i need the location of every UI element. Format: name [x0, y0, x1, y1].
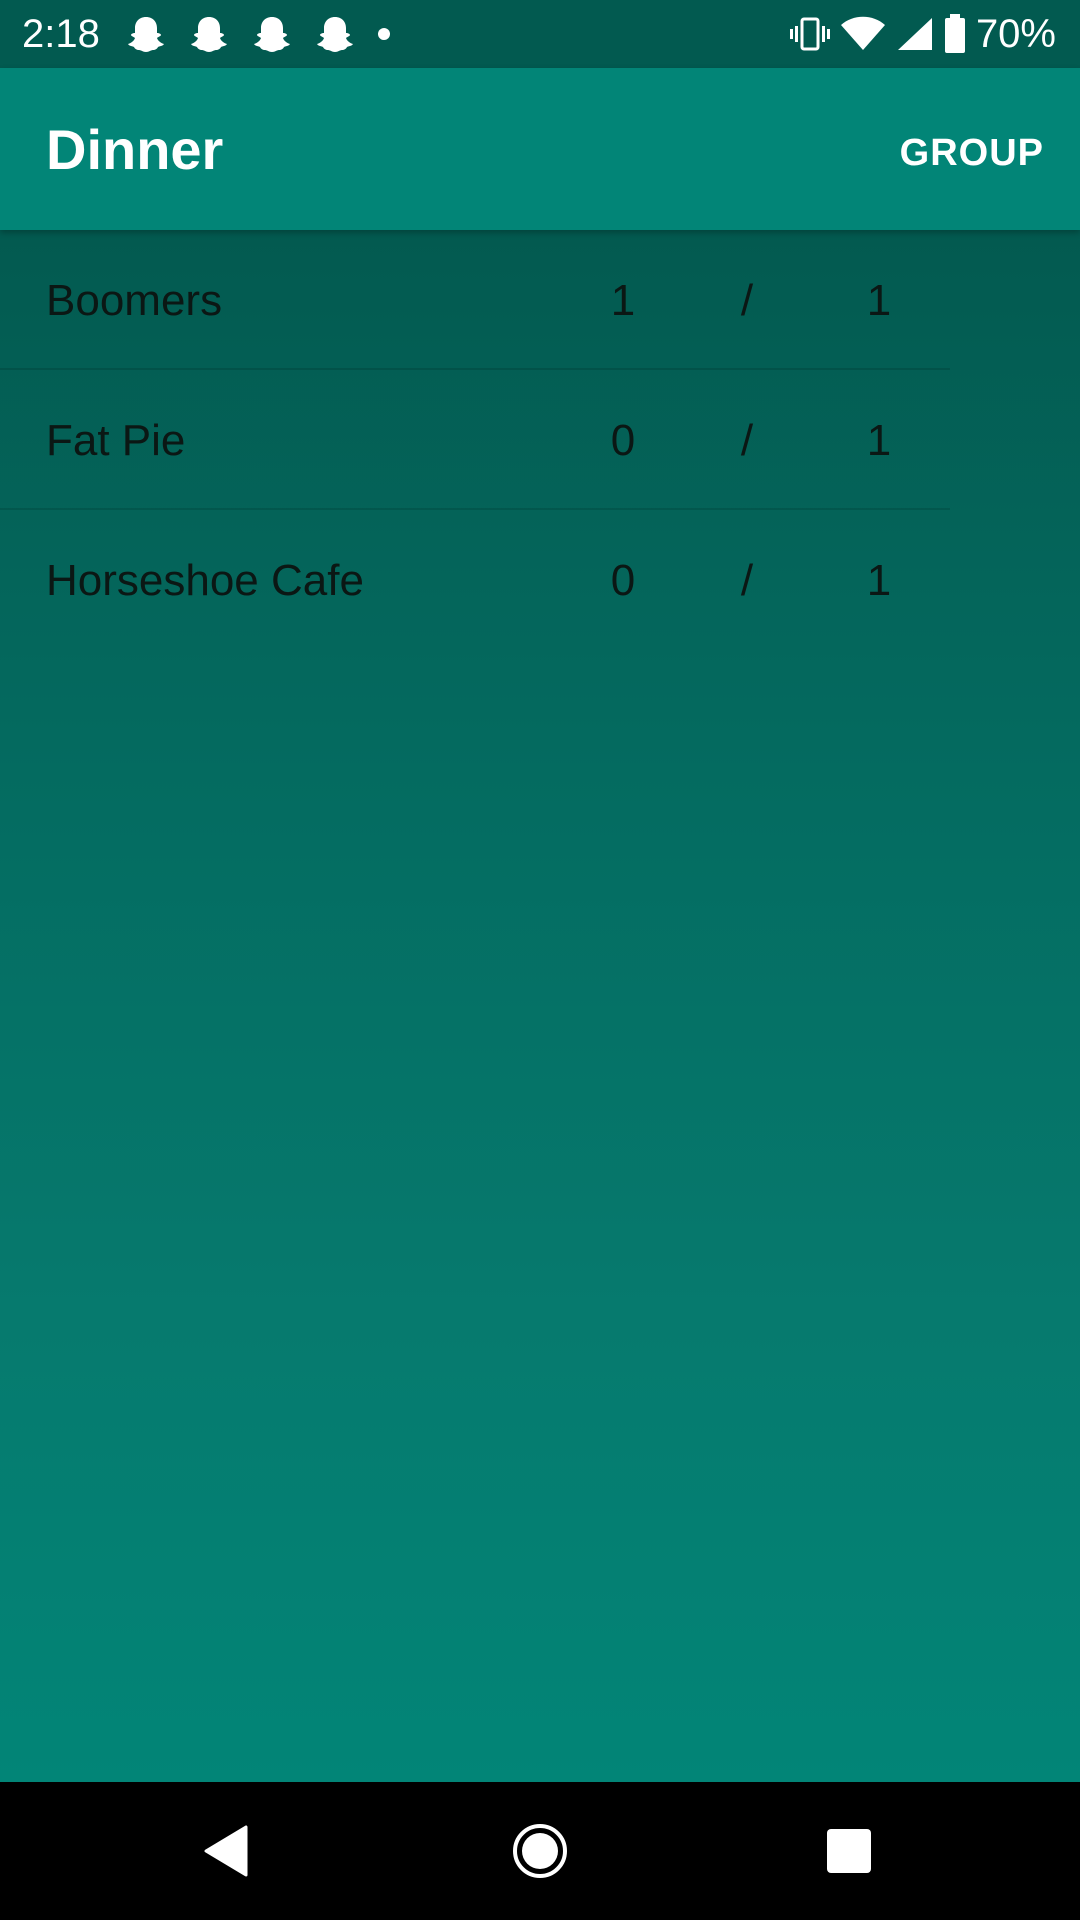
system-nav-bar	[0, 1782, 1080, 1920]
back-icon	[204, 1825, 248, 1877]
restaurant-name: Fat Pie	[46, 416, 186, 465]
app-bar: Dinner GROUP	[0, 68, 1080, 230]
vote-count: 0	[610, 416, 636, 465]
list-item[interactable]: Horseshoe Cafe 0 / 1	[0, 510, 1080, 650]
count-separator: /	[740, 556, 754, 605]
snapchat-icon	[128, 17, 164, 52]
vibrate-icon	[789, 17, 830, 51]
count-separator: /	[740, 416, 754, 465]
list-item[interactable]: Boomers 1 / 1	[0, 230, 1080, 370]
battery-percent: 70%	[975, 12, 1056, 56]
screen: 2:18 70% Dinner GROUP Boomers 1 / 1 Fat …	[0, 0, 1080, 1920]
more-notifications-dot-icon	[378, 28, 390, 40]
back-button[interactable]	[156, 1782, 296, 1920]
status-time: 2:18	[22, 12, 100, 56]
restaurant-name: Boomers	[46, 276, 223, 325]
status-bar: 2:18 70%	[0, 0, 1080, 68]
battery-icon	[944, 14, 965, 53]
wifi-icon	[840, 16, 885, 50]
count-separator: /	[740, 276, 754, 325]
list-item[interactable]: Fat Pie 0 / 1	[0, 370, 1080, 510]
vote-total: 1	[866, 556, 892, 605]
restaurant-name: Horseshoe Cafe	[46, 556, 364, 605]
recents-button[interactable]	[779, 1782, 919, 1920]
recents-icon	[827, 1829, 871, 1873]
home-icon	[513, 1824, 567, 1878]
vote-total: 1	[866, 416, 892, 465]
snapchat-icon	[254, 17, 290, 52]
snapchat-icon	[317, 17, 353, 52]
page-title: Dinner	[46, 118, 224, 181]
vote-count: 0	[610, 556, 636, 605]
vote-count: 1	[610, 276, 636, 325]
restaurant-list: Boomers 1 / 1 Fat Pie 0 / 1 Horseshoe Ca…	[0, 230, 1080, 1782]
vote-total: 1	[866, 276, 892, 325]
group-button[interactable]: GROUP	[900, 130, 1044, 176]
cell-signal-icon	[897, 18, 932, 50]
snapchat-icon	[191, 17, 227, 52]
home-button[interactable]	[470, 1782, 610, 1920]
system-status-icons: 70%	[780, 12, 1056, 56]
notification-icons	[124, 14, 390, 54]
